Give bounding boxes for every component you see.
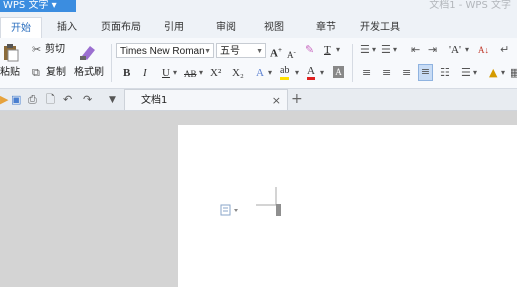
highlight-button[interactable]: ab (280, 65, 290, 80)
chevron-down-icon[interactable]: ▾ (465, 43, 469, 57)
clear-format-icon[interactable]: ✎ (305, 43, 314, 57)
text-effect-button[interactable]: A (256, 66, 264, 80)
close-icon[interactable]: × (272, 90, 281, 111)
superscript-button[interactable]: X² (210, 66, 221, 80)
chevron-down-icon[interactable]: ▾ (320, 66, 324, 80)
align-center-icon[interactable]: ≡ (382, 66, 391, 80)
tab-home[interactable]: 开始 (0, 17, 42, 38)
shrink-font-button[interactable]: A- (287, 45, 296, 62)
tab-review[interactable]: 审阅 (216, 17, 236, 38)
chevron-down-icon[interactable]: ▾ (295, 66, 299, 80)
distribute-icon[interactable]: ☷ (440, 66, 450, 80)
increase-indent-icon[interactable]: ⇥ (428, 43, 437, 57)
document-tab[interactable]: 文档1 × (124, 89, 288, 110)
format-painter-button[interactable]: 格式刷 (74, 66, 104, 80)
app-menu-button[interactable]: WPS 文字 ▾ (0, 0, 76, 12)
justify-icon[interactable]: ≡ (418, 64, 433, 81)
numbered-list-icon[interactable]: ☰ (381, 43, 391, 57)
text-direction-icon[interactable]: T̲ (324, 43, 331, 57)
font-size-combo[interactable]: 五号 ▼ (216, 43, 266, 58)
case-button[interactable]: 'A' (449, 43, 461, 57)
ribbon-tab-row (0, 17, 517, 39)
paste-button[interactable]: 粘贴 (0, 66, 20, 80)
tab-references[interactable]: 引用 (164, 17, 184, 38)
bullet-list-icon[interactable]: ☰ (360, 43, 370, 57)
save-icon[interactable]: ▣ (11, 93, 21, 107)
ribbon-divider (352, 44, 353, 82)
subscript-button[interactable]: X₂ (232, 66, 244, 80)
borders-icon[interactable]: ▦ (510, 66, 517, 80)
chevron-down-icon[interactable]: ▾ (199, 66, 203, 80)
app-menu-label: WPS 文字 (3, 0, 49, 11)
scissors-icon[interactable]: ✂ (32, 43, 41, 57)
chevron-down-icon[interactable]: ▼ (109, 93, 116, 107)
chevron-down-icon[interactable]: ▾ (336, 43, 340, 57)
paste-icon[interactable] (2, 42, 20, 62)
shading-icon[interactable]: ▲ (489, 66, 497, 80)
font-color-button[interactable]: A (307, 65, 315, 80)
chevron-down-icon: ▼ (256, 48, 263, 55)
italic-button[interactable]: I (143, 66, 147, 80)
copy-button[interactable]: 复制 (46, 66, 66, 80)
margin-corner-mark (256, 187, 286, 217)
bold-button[interactable]: B (123, 66, 130, 80)
chevron-down-icon[interactable]: ▾ (393, 43, 397, 57)
align-right-icon[interactable]: ≡ (402, 66, 411, 80)
cut-button[interactable]: 剪切 (45, 43, 65, 57)
document-tab-label: 文档1 (141, 95, 168, 106)
chevron-down-icon: ▼ (204, 48, 211, 55)
decrease-indent-icon[interactable]: ⇤ (411, 43, 420, 57)
font-size-value: 五号 (220, 46, 240, 57)
sort-button[interactable]: A↓ (478, 43, 489, 57)
show-marks-icon[interactable]: ↵ (500, 43, 509, 57)
grow-font-label: A (270, 47, 278, 60)
tab-developer[interactable]: 开发工具 (360, 17, 400, 38)
case-label: A (450, 44, 459, 56)
chevron-down-icon[interactable]: ▾ (173, 66, 177, 80)
tab-insert[interactable]: 插入 (57, 17, 77, 38)
strikethrough-button[interactable]: AB (184, 67, 197, 81)
tab-page-layout[interactable]: 页面布局 (101, 17, 141, 38)
underline-button[interactable]: U (162, 66, 170, 80)
tab-section[interactable]: 章节 (316, 17, 336, 38)
copy-icon[interactable]: ⧉ (32, 66, 40, 80)
chevron-down-icon[interactable]: ▾ (473, 66, 477, 80)
font-name-value: Times New Roman (120, 46, 205, 57)
font-name-combo[interactable]: Times New Roman ▼ (116, 43, 214, 58)
print-preview-icon[interactable]: 🗋 (46, 93, 55, 107)
ribbon-divider (111, 44, 112, 82)
undo-icon[interactable]: ↶ (63, 93, 72, 107)
window-title: 文档1 - WPS 文字 (429, 0, 511, 11)
format-painter-icon[interactable] (78, 42, 98, 62)
char-shading-button[interactable]: A (333, 66, 344, 78)
align-left-icon[interactable]: ≡ (362, 66, 371, 80)
grow-font-button[interactable]: A+ (270, 43, 282, 61)
redo-icon[interactable]: ↷ (83, 93, 92, 107)
chevron-down-icon[interactable]: ▾ (501, 66, 505, 80)
paste-options-icon[interactable] (220, 202, 240, 216)
new-tab-button[interactable]: + (291, 89, 303, 109)
chevron-down-icon[interactable]: ▾ (372, 43, 376, 57)
line-spacing-icon[interactable]: ☰ (461, 66, 471, 80)
tab-view[interactable]: 视图 (264, 17, 284, 38)
chevron-down-icon[interactable]: ▾ (268, 66, 272, 80)
open-icon[interactable]: ▶ (0, 93, 8, 107)
print-icon[interactable]: ⎙ (28, 93, 37, 107)
